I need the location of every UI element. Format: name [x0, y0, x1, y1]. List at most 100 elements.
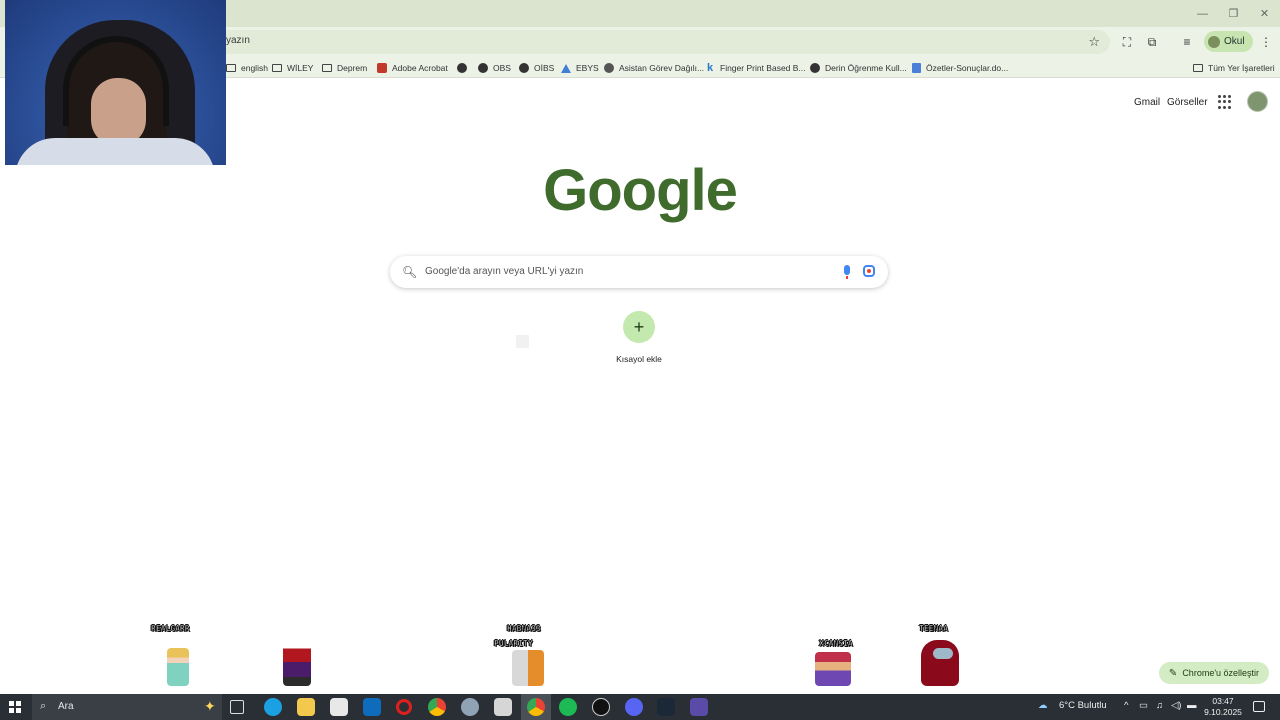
all-bookmarks-label: Tüm Yer İşaretleri [1208, 63, 1275, 73]
gear-icon [604, 63, 614, 73]
bookmark-item[interactable]: english [226, 61, 268, 75]
opera-icon[interactable] [396, 699, 412, 715]
discord-icon[interactable] [625, 698, 643, 716]
sprite-visor [933, 648, 953, 659]
media-control-icon[interactable]: ≡ [1178, 34, 1196, 50]
sprite-name: PULARITY [494, 639, 533, 649]
close-icon[interactable]: ✕ [1249, 0, 1280, 27]
volume-icon[interactable]: ◁) [1171, 700, 1181, 711]
sprite-name: TEENAA [919, 624, 949, 634]
webcam-overlay [5, 0, 226, 165]
steam-icon[interactable] [657, 698, 675, 716]
chrome-icon[interactable] [428, 698, 446, 716]
bookmark-label: Finger Print Based B... [720, 63, 806, 73]
acrobat-icon [377, 63, 387, 73]
profile-name: Okul [1224, 36, 1245, 47]
bookmark-label: OBS [493, 63, 511, 73]
sparkle-icon: ✦ [204, 698, 216, 714]
customize-chrome-button[interactable]: ✎ Chrome'u özelleştir [1159, 662, 1269, 684]
sprite-character [512, 650, 544, 686]
bookmark-label: EBYS [576, 63, 599, 73]
weather-text[interactable]: 6°C Bulutlu [1059, 700, 1107, 711]
voice-search-icon[interactable] [844, 265, 850, 279]
gmail-link[interactable]: Gmail [1134, 97, 1160, 108]
clock-time: 03:47 [1212, 696, 1234, 706]
images-link[interactable]: Görseller [1167, 97, 1208, 108]
add-shortcut-button[interactable]: + Kısayol ekle [604, 310, 674, 370]
bookmark-item[interactable]: k Finger Print Based B... [707, 61, 806, 75]
folder-icon [226, 64, 236, 72]
bookmark-item[interactable]: Adobe Acrobat [377, 61, 448, 75]
minimize-icon[interactable]: — [1187, 0, 1218, 27]
extensions-icon[interactable]: ⧉ [1143, 34, 1161, 50]
windows-start-icon[interactable] [9, 701, 21, 713]
sprite-name: REALGARR [151, 624, 190, 634]
spotify-icon[interactable] [559, 698, 577, 716]
search-placeholder: Google'da arayın veya URL'yi yazın [425, 266, 584, 277]
mic-icon[interactable]: ♫ [1156, 700, 1163, 711]
clock[interactable]: 03:47 9.10.2025 [1196, 696, 1250, 718]
triangle-icon [561, 63, 571, 73]
folder-icon [272, 64, 282, 72]
globe-icon [478, 63, 488, 73]
bookmark-item[interactable]: OBS [478, 61, 511, 75]
address-bar[interactable]: yazın ☆ [214, 30, 1110, 54]
bookmark-item[interactable]: Asistan Görev Dağılı... [604, 61, 704, 75]
bookmark-label: OİBS [534, 63, 555, 73]
bookmark-item[interactable]: WİLEY [272, 61, 313, 75]
apps-grid-icon[interactable] [1218, 95, 1232, 109]
folder-icon [322, 64, 332, 72]
notification-icon[interactable] [1253, 701, 1265, 712]
globe-icon [519, 63, 529, 73]
store-icon[interactable] [330, 698, 348, 716]
bookmark-label: Deprem [337, 63, 368, 73]
search-box[interactable]: 🔍︎ Google'da arayın veya URL'yi yazın [390, 256, 888, 288]
customize-chrome-label: Chrome'u özelleştir [1182, 668, 1260, 678]
bookmark-item[interactable]: OİBS [519, 61, 554, 75]
plus-icon: + [623, 311, 655, 343]
k-icon: k [707, 62, 714, 74]
google-logo: Google [543, 158, 738, 223]
screenshot-icon[interactable]: ⛶ [1118, 34, 1136, 50]
sprite-character [167, 648, 189, 686]
windows-taskbar: ⌕ Ara ✦ ☁ 6°C Bulutlu ^ ▭ ♫ ◁) ▬ 03:47 9… [0, 694, 1280, 720]
sprite-name: XCANSIA [819, 639, 853, 649]
app-icon[interactable] [494, 698, 512, 716]
search-icon: 🔍︎ [402, 265, 418, 279]
profile-avatar-icon [1208, 35, 1220, 48]
sprite-name: HABNA33 [507, 624, 541, 634]
add-shortcut-label: Kısayol ekle [616, 354, 662, 364]
profile-button[interactable]: Okul [1204, 31, 1253, 52]
bookmark-star-icon[interactable]: ☆ [1088, 34, 1100, 50]
bookmark-item[interactable]: Özetler-Sonuçlar.do... [912, 61, 1008, 75]
task-view-icon[interactable] [230, 700, 244, 714]
pencil-icon: ✎ [1168, 667, 1178, 679]
lens-search-icon[interactable] [863, 265, 875, 277]
folder-icon [1193, 64, 1203, 72]
outlook-icon[interactable] [363, 698, 381, 716]
bookmark-item[interactable]: Derin Öğrenme Kull... [810, 61, 907, 75]
edge-icon[interactable] [264, 698, 282, 716]
account-avatar[interactable] [1247, 91, 1268, 112]
address-bar-text: yazın [226, 35, 250, 46]
chevron-up-icon[interactable]: ^ [1124, 700, 1128, 711]
bookmark-item[interactable]: Deprem [322, 61, 367, 75]
obs-icon[interactable] [592, 698, 610, 716]
bookmark-item[interactable] [457, 61, 467, 75]
sprite-character [815, 652, 851, 686]
placeholder-tile [516, 335, 529, 348]
file-explorer-icon[interactable] [297, 698, 315, 716]
all-bookmarks[interactable]: Tüm Yer İşaretleri [1193, 61, 1275, 75]
bookmark-label: Derin Öğrenme Kull... [825, 63, 907, 73]
bookmark-item[interactable]: EBYS [561, 61, 599, 75]
restore-icon[interactable]: ❐ [1218, 0, 1249, 27]
app-icon[interactable] [461, 698, 479, 716]
taskbar-search-label: Ara [58, 701, 74, 712]
chrome-active-icon[interactable] [527, 698, 545, 716]
chrome-menu-icon[interactable]: ⋮ [1257, 34, 1275, 50]
sprite-character [921, 640, 959, 686]
network-icon[interactable]: ▭ [1139, 700, 1148, 711]
globe-icon [810, 63, 820, 73]
taskbar-search[interactable]: ⌕ Ara ✦ [32, 694, 222, 720]
app-icon[interactable] [690, 698, 708, 716]
